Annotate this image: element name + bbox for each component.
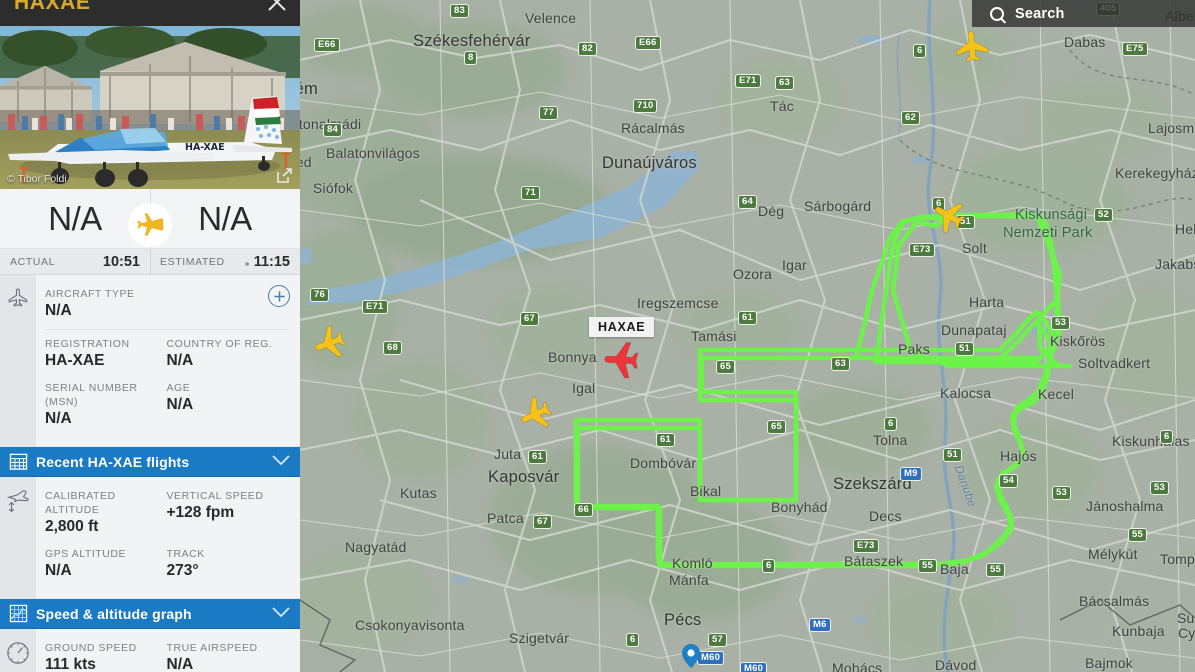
calendar-icon	[0, 452, 36, 471]
status-dot	[244, 261, 249, 266]
map-base-layer	[300, 0, 1195, 672]
svg-text:HA-XAE: HA-XAE	[185, 142, 225, 153]
gps-altitude-label: GPS ALTITUDE	[45, 548, 127, 560]
aircraft-type-row: AIRCRAFT TYPE N/A	[45, 284, 288, 328]
flight-title: HAXAE	[14, 0, 91, 14]
recent-flights-label: Recent HA-XAE flights	[36, 453, 190, 470]
ground-speed-value: 111 kts	[45, 656, 96, 672]
altitude-icon	[6, 490, 29, 513]
close-icon[interactable]	[266, 0, 288, 13]
track-field: TRACK 273°	[167, 544, 289, 588]
speed-row-1: GROUND SPEED 111 kts TRUE AIRSPEED N/A	[45, 638, 288, 672]
msn-field: SERIAL NUMBER (MSN) N/A	[45, 378, 167, 436]
true-airspeed-label: TRUE AIRSPEED	[166, 642, 258, 654]
ground-speed-field: GROUND SPEED 111 kts	[45, 638, 167, 672]
aircraft-photo[interactable]: HA-XAE © Tibor Foldi	[0, 26, 300, 189]
estimated-label: ESTIMATED	[160, 255, 225, 268]
altitude-icon-gutter	[0, 477, 36, 598]
true-airspeed-value: N/A	[166, 656, 194, 672]
aircraft-icon-gutter	[0, 275, 36, 446]
msn-value: N/A	[45, 410, 72, 427]
aircraft-type-label: AIRCRAFT TYPE	[45, 288, 135, 300]
search-label: Search	[1015, 5, 1065, 22]
msn-label: SERIAL NUMBER (MSN)	[45, 382, 138, 408]
calibrated-altitude-value: 2,800 ft	[45, 518, 99, 535]
aircraft-type-field: AIRCRAFT TYPE N/A	[45, 284, 288, 328]
origin-cell[interactable]: N/A	[0, 200, 150, 238]
registration-label: REGISTRATION	[45, 338, 130, 350]
plus-icon[interactable]	[268, 285, 290, 307]
estimated-value: 11:15	[244, 254, 290, 270]
registration-value: HA-XAE	[45, 352, 105, 369]
country-value: N/A	[166, 352, 194, 369]
gps-altitude-field: GPS ALTITUDE N/A	[45, 544, 167, 588]
age-value: N/A	[166, 396, 194, 413]
speed-altitude-graph-bar[interactable]: Speed & altitude graph	[0, 599, 300, 629]
search-icon	[990, 6, 1004, 21]
vertical-speed-value: +128 fpm	[166, 504, 235, 521]
actual-label: ACTUAL	[10, 255, 56, 268]
sidebar-header: HAXAE	[0, 0, 300, 26]
ground-speed-label: GROUND SPEED	[45, 642, 137, 654]
vertical-speed-label: VERTICAL SPEED	[166, 490, 264, 502]
chevron-down-icon[interactable]	[272, 453, 290, 471]
map-viewport[interactable]: DobaAjkaVeszprémSzékesfehérvárVelenceBal…	[300, 0, 1195, 672]
expand-icon[interactable]	[277, 168, 292, 183]
destination-code: N/A	[198, 199, 252, 237]
photo-credit: © Tibor Foldi	[7, 173, 67, 185]
speed-info-block: GROUND SPEED 111 kts TRUE AIRSPEED N/A I…	[0, 629, 300, 672]
graph-icon	[0, 604, 36, 623]
altitude-row-1: CALIBRATED ALTITUDE 2,800 ft VERTICAL SP…	[45, 486, 288, 544]
country-field: COUNTRY OF REG. N/A	[167, 334, 289, 378]
track-label: TRACK	[166, 548, 205, 560]
destination-cell[interactable]: N/A	[150, 200, 300, 238]
times-row: ACTUAL 10:51 ESTIMATED 11:15	[0, 249, 300, 275]
speedometer-icon	[7, 642, 29, 664]
estimated-time-cell: ESTIMATED 11:15	[150, 249, 300, 274]
aircraft-type-value: N/A	[45, 302, 72, 319]
gps-altitude-value: N/A	[45, 562, 72, 579]
altitude-info-block: CALIBRATED ALTITUDE 2,800 ft VERTICAL SP…	[0, 477, 300, 599]
age-field: AGE N/A	[167, 378, 289, 436]
true-airspeed-field: TRUE AIRSPEED N/A	[167, 638, 289, 672]
times-divider	[150, 249, 151, 275]
calibrated-altitude-field: CALIBRATED ALTITUDE 2,800 ft	[45, 486, 167, 544]
airplane-outline-icon	[8, 288, 28, 307]
altitude-row-2: GPS ALTITUDE N/A TRACK 273°	[45, 544, 288, 588]
aircraft-info-body: AIRCRAFT TYPE N/A REGISTRATION HA-XAE CO…	[36, 275, 300, 446]
speed-icon-gutter	[0, 629, 36, 672]
registration-row: REGISTRATION HA-XAE COUNTRY OF REG. N/A	[45, 334, 288, 378]
recent-flights-bar[interactable]: Recent HA-XAE flights	[0, 447, 300, 477]
registration-field: REGISTRATION HA-XAE	[45, 334, 167, 378]
airplane-icon	[128, 203, 172, 247]
altitude-info-body: CALIBRATED ALTITUDE 2,800 ft VERTICAL SP…	[36, 477, 300, 598]
track-value: 273°	[166, 562, 199, 579]
age-label: AGE	[166, 382, 191, 394]
speed-altitude-graph-label: Speed & altitude graph	[36, 605, 192, 622]
flight-info-sidebar[interactable]: HAXAE HA-XAE © Tibor Foldi N/A N/A ACTUA…	[0, 0, 300, 672]
country-label: COUNTRY OF REG.	[166, 338, 273, 350]
route-row: N/A N/A	[0, 189, 300, 249]
chevron-down-icon[interactable]	[272, 605, 290, 623]
origin-code: N/A	[48, 199, 102, 237]
divider	[45, 329, 288, 330]
speed-info-body: GROUND SPEED 111 kts TRUE AIRSPEED N/A I…	[36, 629, 300, 672]
calibrated-altitude-label: CALIBRATED ALTITUDE	[45, 490, 116, 516]
msn-row: SERIAL NUMBER (MSN) N/A AGE N/A	[45, 378, 288, 436]
actual-value: 10:51	[102, 253, 140, 270]
actual-time-cell: ACTUAL 10:51	[0, 249, 150, 274]
search-bar[interactable]: Search	[972, 0, 1195, 27]
aircraft-info-block: AIRCRAFT TYPE N/A REGISTRATION HA-XAE CO…	[0, 275, 300, 447]
vertical-speed-field: VERTICAL SPEED +128 fpm	[167, 486, 289, 544]
flight-tracker-app: DobaAjkaVeszprémSzékesfehérvárVelenceBal…	[0, 0, 1195, 672]
